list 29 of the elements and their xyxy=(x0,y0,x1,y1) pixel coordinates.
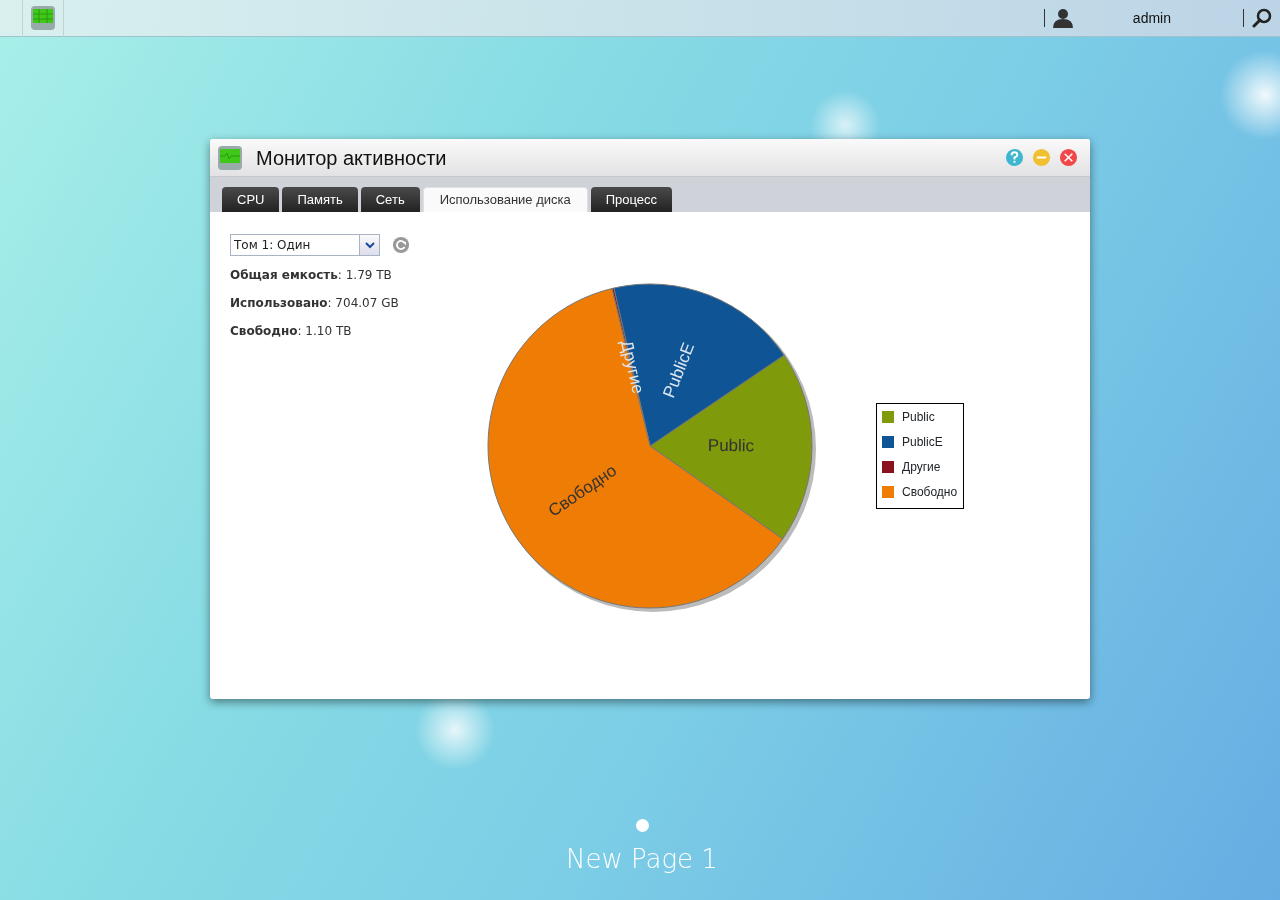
stat-line: Свободно: 1.10 TB xyxy=(230,323,353,340)
stat-line: Использовано: 704.07 GB xyxy=(230,295,400,312)
close-icon[interactable] xyxy=(1059,148,1078,167)
app-grid-icon xyxy=(31,6,55,30)
slice-label: Public xyxy=(707,435,755,456)
page-indicator-dot[interactable] xyxy=(635,819,649,832)
caret-icon xyxy=(364,241,375,249)
volume-dropdown[interactable]: Том 1: Один xyxy=(230,234,380,256)
refresh-icon[interactable] xyxy=(392,236,410,254)
page-label: New Page 1 xyxy=(566,843,718,876)
minimize-icon[interactable] xyxy=(1032,148,1051,167)
legend-label: Свободно xyxy=(902,484,958,500)
search-icon[interactable] xyxy=(1252,8,1272,28)
user-icon[interactable] xyxy=(1052,8,1073,28)
tab[interactable]: Процесс xyxy=(590,187,673,212)
app-grid-icon xyxy=(218,145,242,170)
legend-label: Другие xyxy=(902,459,941,475)
legend-label: PublicE xyxy=(902,434,943,450)
slice-label: Другие xyxy=(616,338,648,396)
tab[interactable]: Использование диска xyxy=(422,187,588,212)
tab[interactable]: Память xyxy=(282,187,358,212)
legend-label: Public xyxy=(902,409,935,425)
tab[interactable]: Сеть xyxy=(360,187,420,212)
username: admin xyxy=(1132,8,1171,28)
window-title: Монитор активности xyxy=(256,145,447,171)
help-icon[interactable] xyxy=(1005,148,1024,167)
tab[interactable]: CPU xyxy=(222,187,280,212)
stat-line: Общая емкость: 1.79 TB xyxy=(230,267,393,284)
app-launcher-button[interactable] xyxy=(22,0,64,37)
